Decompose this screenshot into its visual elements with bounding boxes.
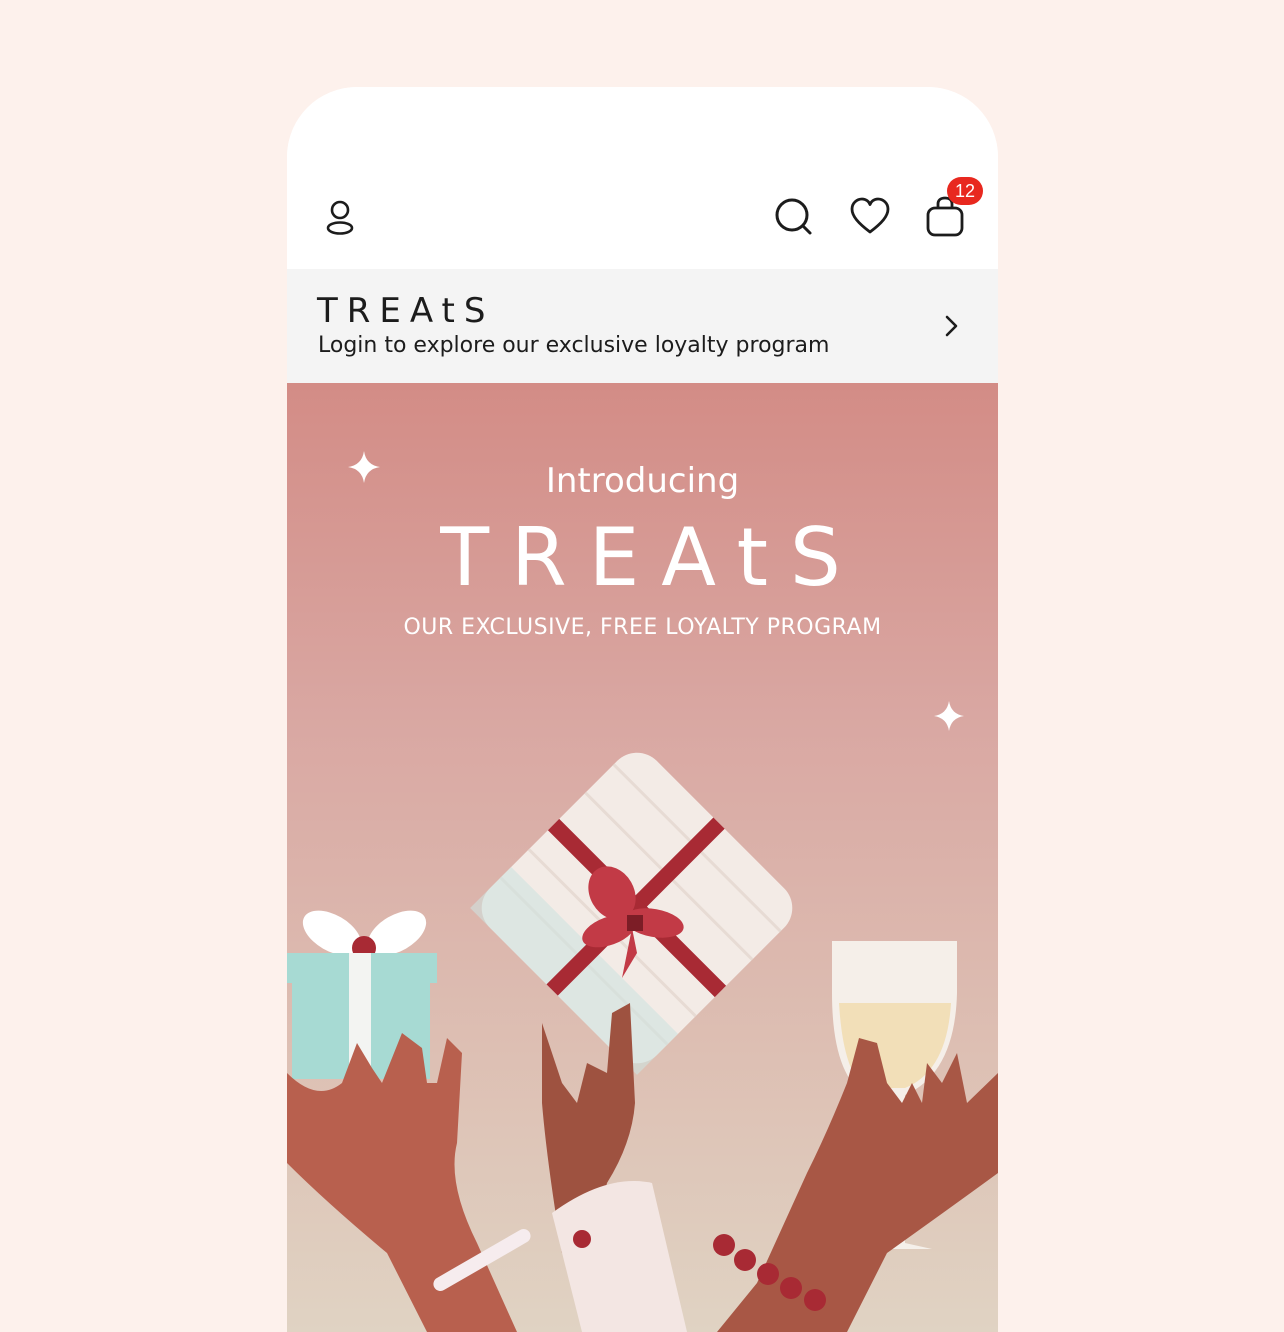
chevron-right-icon[interactable] (937, 311, 965, 341)
center-sleeve (552, 1181, 687, 1332)
bag-count-badge: 12 (947, 177, 983, 205)
wishlist-button[interactable] (845, 192, 895, 242)
heart-icon (850, 197, 890, 234)
search-icon (775, 198, 812, 235)
hero-banner[interactable]: Introducing TREAtS OUR EXCLUSIVE, FREE L… (287, 383, 998, 1332)
loyalty-login-banner[interactable]: TREAtS Login to explore our exclusive lo… (287, 269, 998, 383)
hero-tagline: OUR EXCLUSIVE, FREE LOYALTY PROGRAM (403, 615, 882, 640)
person-icon (326, 200, 354, 235)
top-navigation: 12 (287, 87, 998, 269)
center-gift (470, 752, 793, 1075)
loyalty-banner-text: Login to explore our exclusive loyalty p… (318, 333, 830, 358)
search-button[interactable] (769, 192, 819, 242)
right-hand (717, 1038, 998, 1332)
treats-logo: TREAtS (317, 291, 495, 331)
hero-brand-logo: TREAtS (440, 511, 863, 604)
phone-frame: 12 TREAtS Login to explore our exclusive… (287, 87, 998, 1332)
hero-intro-text: Introducing (545, 461, 740, 501)
account-button[interactable] (315, 192, 365, 242)
sparkle-icon (934, 701, 964, 731)
